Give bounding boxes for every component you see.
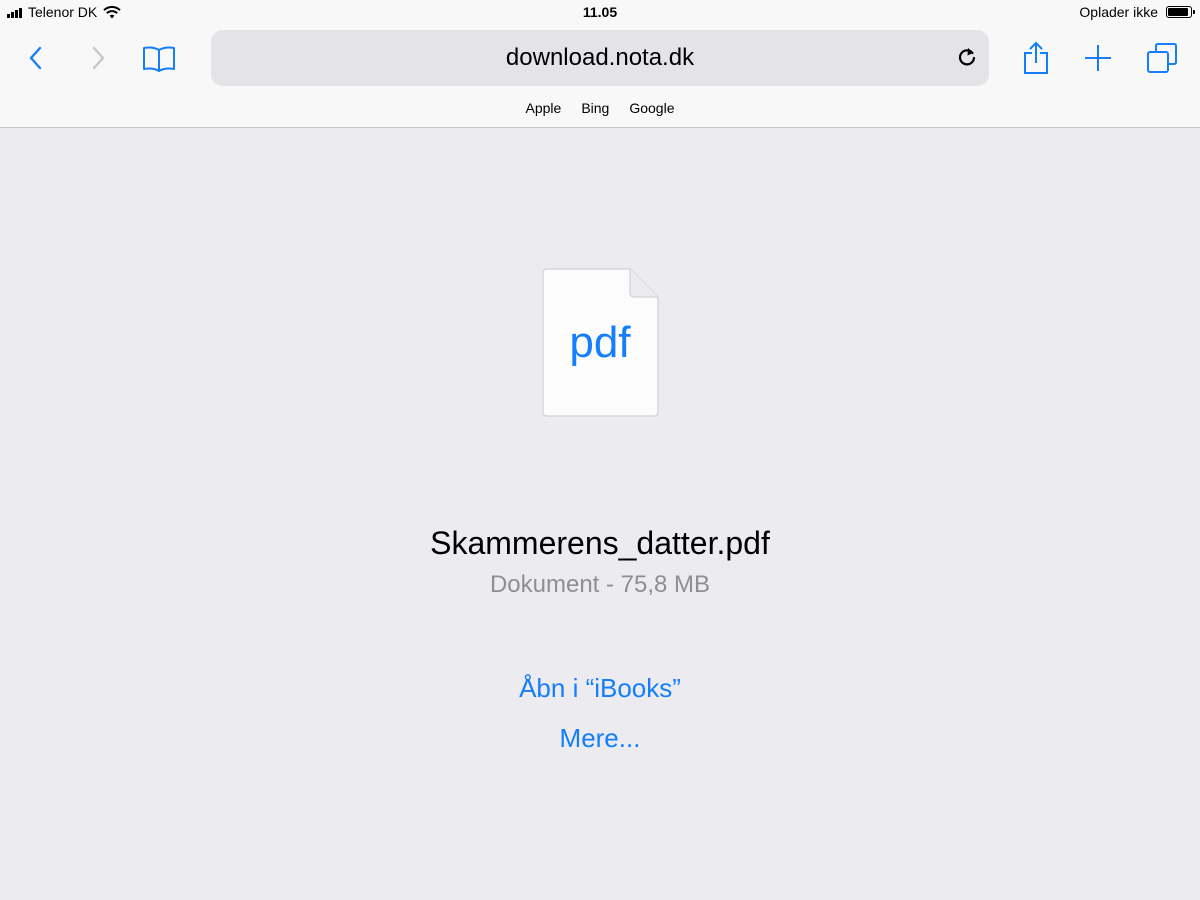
forward-button[interactable] xyxy=(80,40,116,76)
share-icon xyxy=(1024,41,1048,74)
file-type-label: pdf xyxy=(569,318,631,367)
favorite-google[interactable]: Google xyxy=(629,100,674,116)
address-bar[interactable]: download.nota.dk xyxy=(211,30,989,86)
new-tab-button[interactable] xyxy=(1078,38,1118,78)
open-in-row: Åbn i “iBooks” xyxy=(0,673,1200,704)
charging-status: Oplader ikke xyxy=(1079,4,1158,20)
back-button[interactable] xyxy=(18,40,54,76)
battery-tip xyxy=(1193,10,1195,14)
chevron-left-icon xyxy=(29,46,42,70)
status-time: 11.05 xyxy=(582,4,618,20)
battery-icon xyxy=(1166,6,1195,18)
reload-icon xyxy=(958,48,976,66)
plus-icon xyxy=(1085,45,1111,71)
file-info: Dokument - 75,8 MB xyxy=(489,571,711,598)
favorite-bing[interactable]: Bing xyxy=(581,100,609,116)
open-in-ibooks-button[interactable]: Åbn i “iBooks” xyxy=(519,673,681,703)
url-text: download.nota.dk xyxy=(505,44,695,71)
more-row: Mere... xyxy=(0,723,1200,754)
tabs-icon xyxy=(1147,43,1177,73)
favorites-bar: Apple Bing Google xyxy=(0,100,1200,116)
more-button[interactable]: Mere... xyxy=(560,723,641,753)
download-page: pdf Skammerens_datter.pdf Dokument - 75,… xyxy=(0,128,1200,900)
tabs-button[interactable] xyxy=(1142,38,1182,78)
battery-level xyxy=(1168,8,1189,16)
favorite-apple[interactable]: Apple xyxy=(526,100,562,116)
reload-button[interactable] xyxy=(957,46,977,73)
share-button[interactable] xyxy=(1016,36,1056,80)
status-right: Oplader ikke xyxy=(1079,4,1195,20)
chevron-right-icon xyxy=(92,46,105,70)
status-bar: Telenor DK 11.05 Oplader ikke xyxy=(0,0,1200,26)
open-book-icon xyxy=(143,46,175,72)
browser-toolbar: download.nota.dk Apple Bing Google xyxy=(0,26,1200,128)
file-name: Skammerens_datter.pdf xyxy=(430,525,770,561)
bookmarks-button[interactable] xyxy=(140,40,178,78)
